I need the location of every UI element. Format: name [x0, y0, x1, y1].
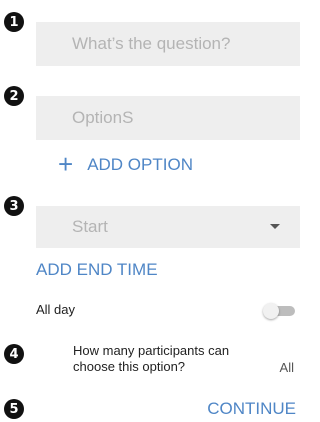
toggle-thumb [263, 303, 279, 319]
start-time-select[interactable]: Start [36, 206, 300, 248]
poll-form: 1 What’s the question? 2 OptionS + ADD O… [0, 0, 306, 422]
option-placeholder: OptionS [72, 108, 134, 127]
dropdown-caret-icon [270, 224, 280, 229]
step-badge-4: 4 [4, 344, 24, 364]
start-time-value: Start [72, 217, 108, 236]
question-placeholder: What’s the question? [72, 34, 231, 53]
add-option-button[interactable]: + ADD OPTION [58, 149, 193, 179]
plus-icon: + [58, 149, 74, 179]
continue-button[interactable]: CONTINUE [207, 399, 296, 419]
add-option-label: ADD OPTION [87, 155, 193, 174]
all-day-label: All day [36, 302, 76, 317]
step-badge-5: 5 [4, 399, 24, 419]
all-day-toggle[interactable] [259, 303, 297, 319]
step-badge-1: 1 [4, 12, 24, 32]
step-badge-3: 3 [4, 196, 24, 216]
participants-value[interactable]: All [280, 360, 294, 375]
step-badge-2: 2 [4, 86, 24, 106]
question-field[interactable]: What’s the question? [36, 22, 300, 66]
option-field[interactable]: OptionS [36, 96, 300, 140]
participants-label: How many participants can choose this op… [73, 343, 230, 374]
add-end-time-button[interactable]: ADD END TIME [36, 260, 158, 280]
